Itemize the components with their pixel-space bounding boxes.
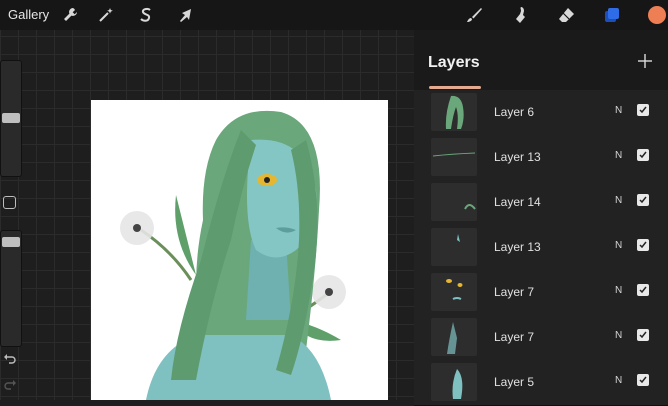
drawing-canvas[interactable]	[91, 100, 388, 400]
color-swatch-icon[interactable]	[647, 5, 667, 25]
layer-blend-mode[interactable]: N	[615, 150, 622, 161]
layer-blend-mode[interactable]: N	[615, 375, 622, 386]
layer-row[interactable]: Layer 13 N	[414, 225, 668, 271]
layer-thumbnail	[431, 93, 477, 131]
layer-visibility-checkbox[interactable]	[637, 329, 649, 341]
smudge-icon[interactable]	[510, 5, 530, 25]
gallery-button[interactable]: Gallery	[8, 7, 49, 22]
layers-panel-title: Layers	[428, 54, 480, 71]
layer-name: Layer 6	[494, 105, 535, 119]
layer-blend-mode[interactable]: N	[615, 195, 622, 206]
layer-blend-mode[interactable]: N	[615, 330, 622, 341]
wrench-icon[interactable]	[60, 5, 80, 25]
opacity-slider-thumb[interactable]	[2, 237, 20, 247]
modify-button[interactable]	[3, 196, 16, 209]
layer-thumbnail	[431, 318, 477, 356]
undo-icon[interactable]	[3, 352, 17, 366]
layer-row[interactable]: Layer 7 N	[414, 270, 668, 316]
layer-visibility-checkbox[interactable]	[637, 284, 649, 296]
layer-blend-mode[interactable]: N	[615, 285, 622, 296]
layer-row[interactable]: Layer 14 N	[414, 180, 668, 226]
layer-thumbnail	[431, 138, 477, 176]
layers-panel: Layers Layer 6 N Layer 13 N Layer 14 N L…	[414, 30, 668, 406]
arrow-cursor-icon[interactable]	[175, 5, 195, 25]
layer-row[interactable]: Layer 7 N	[414, 315, 668, 361]
brush-size-slider-thumb[interactable]	[2, 113, 20, 123]
selection-s-icon[interactable]	[136, 5, 156, 25]
layer-name: Layer 13	[494, 150, 541, 164]
layer-thumbnail	[431, 183, 477, 221]
left-sidebar	[0, 60, 22, 400]
layer-row[interactable]: Layer 5 N	[414, 360, 668, 406]
layer-name: Layer 13	[494, 240, 541, 254]
artwork-illustration	[120, 110, 346, 400]
top-toolbar: Gallery	[0, 0, 668, 30]
layer-visibility-checkbox[interactable]	[637, 239, 649, 251]
opacity-slider[interactable]	[0, 230, 22, 347]
eraser-icon[interactable]	[556, 5, 576, 25]
redo-icon[interactable]	[3, 378, 17, 392]
layer-thumbnail	[431, 363, 477, 401]
plus-icon[interactable]	[636, 52, 654, 70]
layer-name: Layer 7	[494, 285, 535, 299]
layer-visibility-checkbox[interactable]	[637, 374, 649, 386]
layer-blend-mode[interactable]: N	[615, 105, 622, 116]
layer-thumbnail	[431, 273, 477, 311]
layer-visibility-checkbox[interactable]	[637, 149, 649, 161]
layer-row[interactable]: Layer 13 N	[414, 135, 668, 181]
layers-icon[interactable]	[602, 5, 622, 25]
layer-name: Layer 14	[494, 195, 541, 209]
layer-thumbnail	[431, 228, 477, 266]
layer-name: Layer 5	[494, 375, 535, 389]
layers-title-underline	[429, 86, 481, 89]
magic-wand-icon[interactable]	[96, 5, 116, 25]
brush-icon[interactable]	[464, 5, 484, 25]
layer-blend-mode[interactable]: N	[615, 240, 622, 251]
layer-visibility-checkbox[interactable]	[637, 194, 649, 206]
layer-row[interactable]: Layer 6 N	[414, 90, 668, 136]
layer-visibility-checkbox[interactable]	[637, 104, 649, 116]
layer-name: Layer 7	[494, 330, 535, 344]
brush-size-slider[interactable]	[0, 60, 22, 177]
